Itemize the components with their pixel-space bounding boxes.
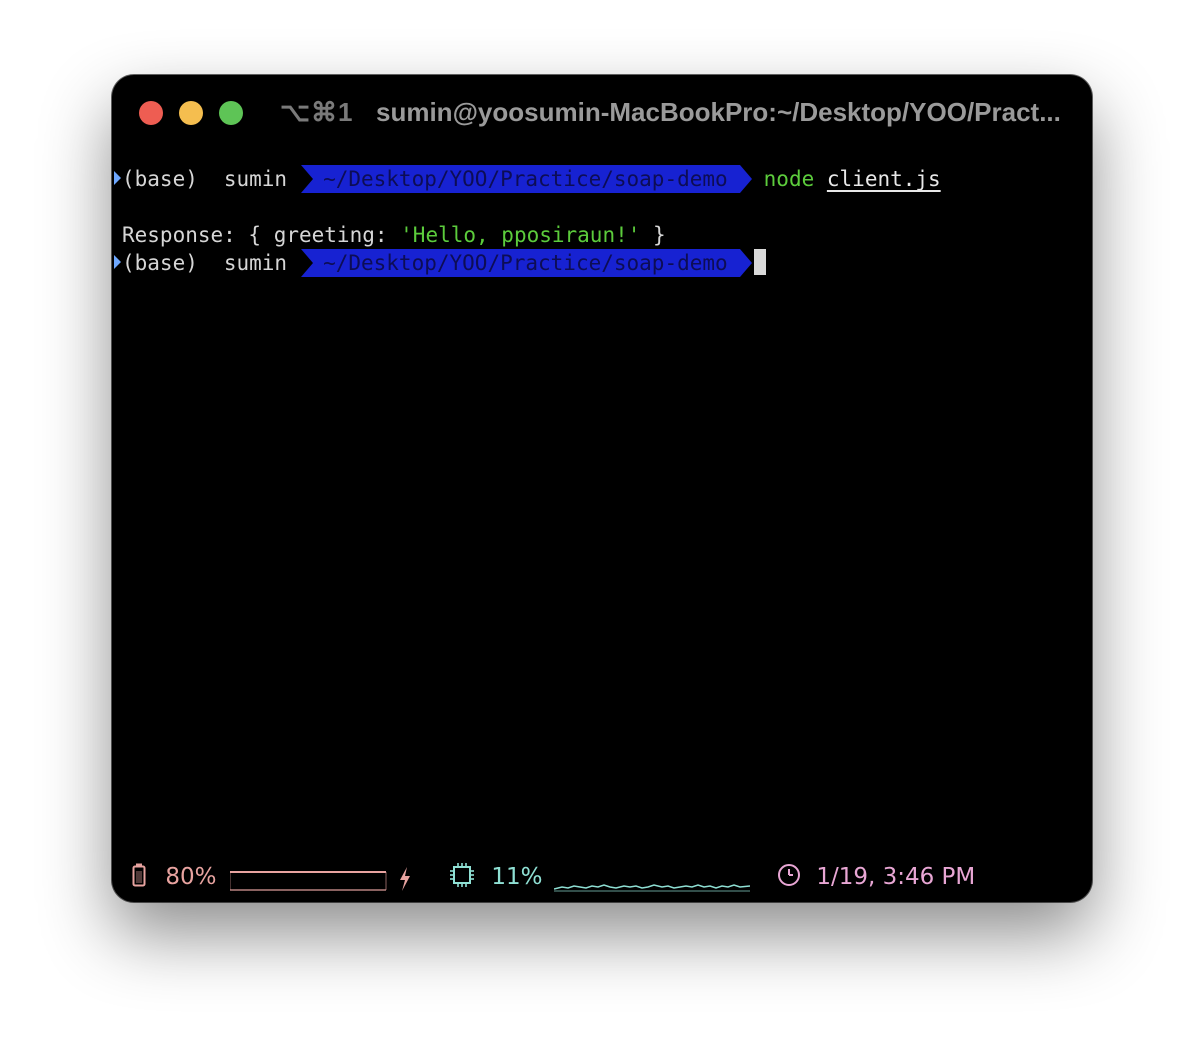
tab-shortcut-label: ⌥⌘1 <box>280 97 354 127</box>
cpu-chip-icon <box>450 863 474 887</box>
prompt-marker-icon <box>114 171 121 185</box>
title-bar[interactable]: ⌥⌘1 sumin@yoosumin-MacBookPro:~/Desktop/… <box>112 75 1092 153</box>
clock-datetime: 1/19, 3:46 PM <box>816 864 976 890</box>
battery-status: 80% <box>132 863 216 891</box>
minimize-window-button[interactable] <box>179 101 203 125</box>
output-string: 'Hello, pposiraun!' <box>400 223 641 247</box>
clock-icon <box>778 864 800 886</box>
battery-level-graph <box>230 871 387 891</box>
terminal-output-line: Response: { greeting: 'Hello, pposiraun!… <box>122 220 666 250</box>
command-name: node <box>763 167 815 191</box>
text-cursor[interactable] <box>753 249 766 275</box>
lightning-icon <box>400 867 410 891</box>
output-text: Response: { greeting: <box>122 223 401 247</box>
terminal-window[interactable]: ⌥⌘1 sumin@yoosumin-MacBookPro:~/Desktop/… <box>112 75 1092 902</box>
conda-env: (base) <box>122 167 198 191</box>
battery-percent: 80% <box>165 864 217 890</box>
cpu-usage-sparkline <box>554 884 750 892</box>
prompt-user: sumin <box>223 167 288 191</box>
output-text-end: } <box>640 223 666 247</box>
prompt-user: sumin <box>223 251 288 275</box>
terminal-line: (base) sumin ~/Desktop/YOO/Practice/soap-d… <box>112 248 766 278</box>
terminal-line: (base) sumin ~/Desktop/YOO/Practice/soap-d… <box>112 164 941 194</box>
maximize-window-button[interactable] <box>219 101 243 125</box>
clock-status: 1/19, 3:46 PM <box>777 863 975 891</box>
battery-icon <box>132 863 146 887</box>
prompt-path: ~/Desktop/YOO/Practice/soap-demo <box>301 249 752 277</box>
close-window-button[interactable] <box>139 101 163 125</box>
status-bar: 80% 11% 1/19, 3:46 PM <box>112 855 1092 899</box>
prompt-path: ~/Desktop/YOO/Practice/soap-demo <box>301 165 752 193</box>
prompt-marker-icon <box>114 255 121 269</box>
cpu-percent: 11% <box>491 864 543 890</box>
conda-env: (base) <box>122 251 198 275</box>
window-title: sumin@yoosumin-MacBookPro:~/Desktop/YOO/… <box>376 97 1061 127</box>
command-argument: client.js <box>826 167 941 191</box>
cpu-status: 11% <box>450 863 542 891</box>
